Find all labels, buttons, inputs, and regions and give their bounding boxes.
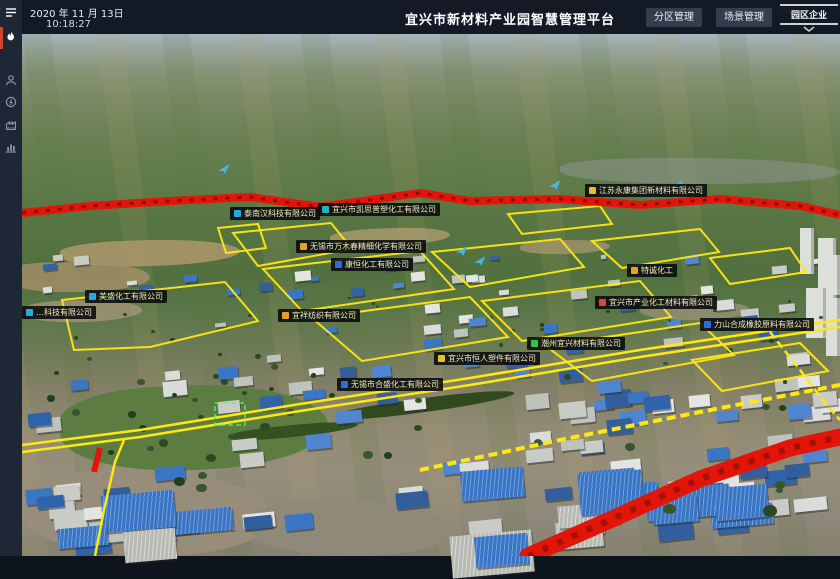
chevron-down-icon (803, 26, 815, 32)
company-label[interactable]: 特诚化工 (627, 264, 677, 277)
company-label[interactable]: 宜祥纺织有限公司 (278, 309, 360, 322)
user-icon[interactable] (5, 74, 17, 86)
company-label[interactable]: 宜兴市恒人塑件有限公司 (434, 352, 540, 365)
company-label-text: 无锡市合盛化工有限公司 (351, 378, 439, 391)
company-icon (704, 321, 711, 328)
company-label-text: 潮州宜兴材料有限公司 (541, 337, 621, 350)
left-toolbar (0, 0, 22, 556)
company-label[interactable]: 潮州宜兴材料有限公司 (527, 337, 625, 350)
page-title: 宜兴市新材料产业园智慧管理平台 (405, 9, 615, 28)
company-icon (282, 312, 289, 319)
company-label-text: …科技有限公司 (36, 306, 92, 319)
company-label[interactable]: 江苏永康集团新材料有限公司 (585, 184, 707, 197)
company-label-text: 特诚化工 (641, 264, 673, 277)
company-label-text: 宜兴市凯思普塑化工有限公司 (332, 203, 436, 216)
company-label-text: 康恒化工有限公司 (345, 258, 409, 271)
company-label-text: 泰南汉科技有限公司 (244, 207, 316, 220)
company-label-text: 力山合成橡胶原料有限公司 (714, 318, 810, 331)
company-icon (26, 309, 33, 316)
company-label[interactable]: 无锡市合盛化工有限公司 (337, 378, 443, 391)
company-label-text: 无锡市万木春精细化学有限公司 (310, 240, 422, 253)
company-label[interactable]: 美盛化工有限公司 (85, 290, 167, 303)
zone-management-button[interactable]: 分区管理 (646, 8, 702, 27)
date-label: 2020 年 11 月 13日 (30, 5, 124, 20)
company-label[interactable]: 无锡市万木春精细化学有限公司 (296, 240, 426, 253)
enterprise-dropdown-label: 园区企业 (780, 6, 838, 23)
company-icon (341, 381, 348, 388)
company-label[interactable]: …科技有限公司 (22, 306, 96, 319)
company-icon (322, 206, 329, 213)
company-label-text: 宜兴市产业化工材料有限公司 (609, 296, 713, 309)
company-label[interactable]: 泰南汉科技有限公司 (230, 207, 320, 220)
gauge-icon[interactable] (5, 96, 17, 108)
flame-icon[interactable] (5, 31, 17, 43)
company-icon (438, 355, 445, 362)
company-label[interactable]: 宜兴市产业化工材料有限公司 (595, 296, 717, 309)
chart-icon[interactable] (5, 141, 17, 153)
company-icon (234, 210, 241, 217)
menu-icon[interactable] (5, 6, 17, 18)
company-label-text: 宜祥纺织有限公司 (292, 309, 356, 322)
company-label-text: 宜兴市恒人塑件有限公司 (448, 352, 536, 365)
enterprise-dropdown[interactable]: 园区企业 (780, 4, 838, 32)
company-label[interactable]: 宜兴市凯思普塑化工有限公司 (318, 203, 440, 216)
divider (780, 23, 838, 25)
company-label-text: 美盛化工有限公司 (99, 290, 163, 303)
company-label[interactable]: 康恒化工有限公司 (331, 258, 413, 271)
company-icon (599, 299, 606, 306)
company-icon (89, 293, 96, 300)
time-label: 10:18:27 (46, 19, 91, 30)
company-icon (300, 243, 307, 250)
company-label-text: 江苏永康集团新材料有限公司 (599, 184, 703, 197)
company-icon (631, 267, 638, 274)
scene-management-button[interactable]: 场景管理 (716, 8, 772, 27)
factory-icon[interactable] (5, 119, 17, 131)
active-item-indicator (0, 27, 3, 49)
company-label[interactable]: 力山合成橡胶原料有限公司 (700, 318, 814, 331)
top-header: 2020 年 11 月 13日 10:18:27 宜兴市新材料产业园智慧管理平台… (0, 0, 840, 34)
company-icon (589, 187, 596, 194)
company-icon (335, 261, 342, 268)
company-icon (531, 340, 538, 347)
